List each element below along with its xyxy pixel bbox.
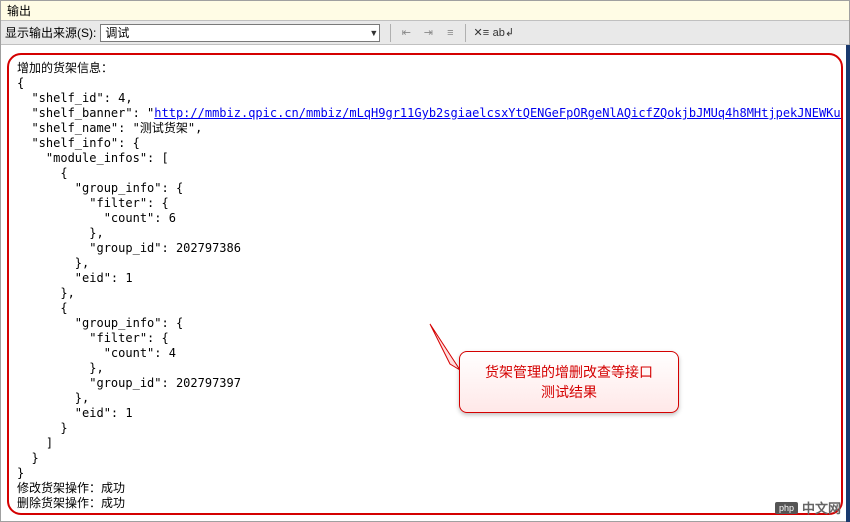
callout-pointer-icon bbox=[422, 322, 462, 372]
output-line: 增加的货架信息： bbox=[17, 61, 113, 75]
shelf-banner-link[interactable]: http://mmbiz.qpic.cn/mmbiz/mLqH9gr11Gyb2… bbox=[154, 106, 843, 120]
value-group-id-0: 202797386 bbox=[176, 241, 241, 255]
output-line: 修改货架操作：成功 bbox=[17, 481, 125, 495]
watermark-text: 中文网 bbox=[802, 498, 841, 517]
value-group-id-1: 202797397 bbox=[176, 376, 241, 390]
output-toolbar: 显示输出来源(S): 调试 ▼ ⇤ ⇥ ≡ ✕≡ ab↲ bbox=[1, 21, 849, 45]
find-message-icon[interactable]: ≡ bbox=[439, 23, 461, 43]
output-text[interactable]: 增加的货架信息： { "shelf_id": 4, "shelf_banner"… bbox=[17, 61, 833, 511]
watermark-badge: php bbox=[775, 502, 798, 514]
output-content: 增加的货架信息： { "shelf_id": 4, "shelf_banner"… bbox=[1, 45, 849, 521]
vertical-scrollbar[interactable] bbox=[846, 45, 850, 522]
annotation-highlight-box: 增加的货架信息： { "shelf_id": 4, "shelf_banner"… bbox=[7, 53, 843, 515]
callout-line-2: 测试结果 bbox=[474, 382, 664, 402]
value-eid-1: 1 bbox=[125, 406, 132, 420]
value-shelf-id: 4 bbox=[118, 91, 125, 105]
panel-title: 输出 bbox=[7, 2, 31, 19]
find-prev-icon[interactable]: ⇤ bbox=[395, 23, 417, 43]
value-count-1: 4 bbox=[169, 346, 176, 360]
output-line: 删除货架操作：成功 bbox=[17, 496, 125, 510]
annotation-callout: 货架管理的增删改查等接口 测试结果 bbox=[459, 351, 679, 413]
find-next-icon[interactable]: ⇥ bbox=[417, 23, 439, 43]
callout-line-1: 货架管理的增删改查等接口 bbox=[474, 362, 664, 382]
value-count-0: 6 bbox=[169, 211, 176, 225]
source-select[interactable]: 调试 bbox=[100, 24, 380, 42]
toolbar-separator bbox=[465, 24, 466, 42]
toolbar-separator bbox=[390, 24, 391, 42]
watermark: php 中文网 bbox=[775, 498, 841, 517]
toggle-wrap-icon[interactable]: ab↲ bbox=[492, 23, 514, 43]
source-label: 显示输出来源(S): bbox=[5, 24, 96, 41]
value-eid-0: 1 bbox=[125, 271, 132, 285]
panel-title-bar: 输出 bbox=[1, 1, 849, 21]
clear-all-icon[interactable]: ✕≡ bbox=[470, 23, 492, 43]
value-shelf-name: 测试货架 bbox=[140, 121, 188, 135]
